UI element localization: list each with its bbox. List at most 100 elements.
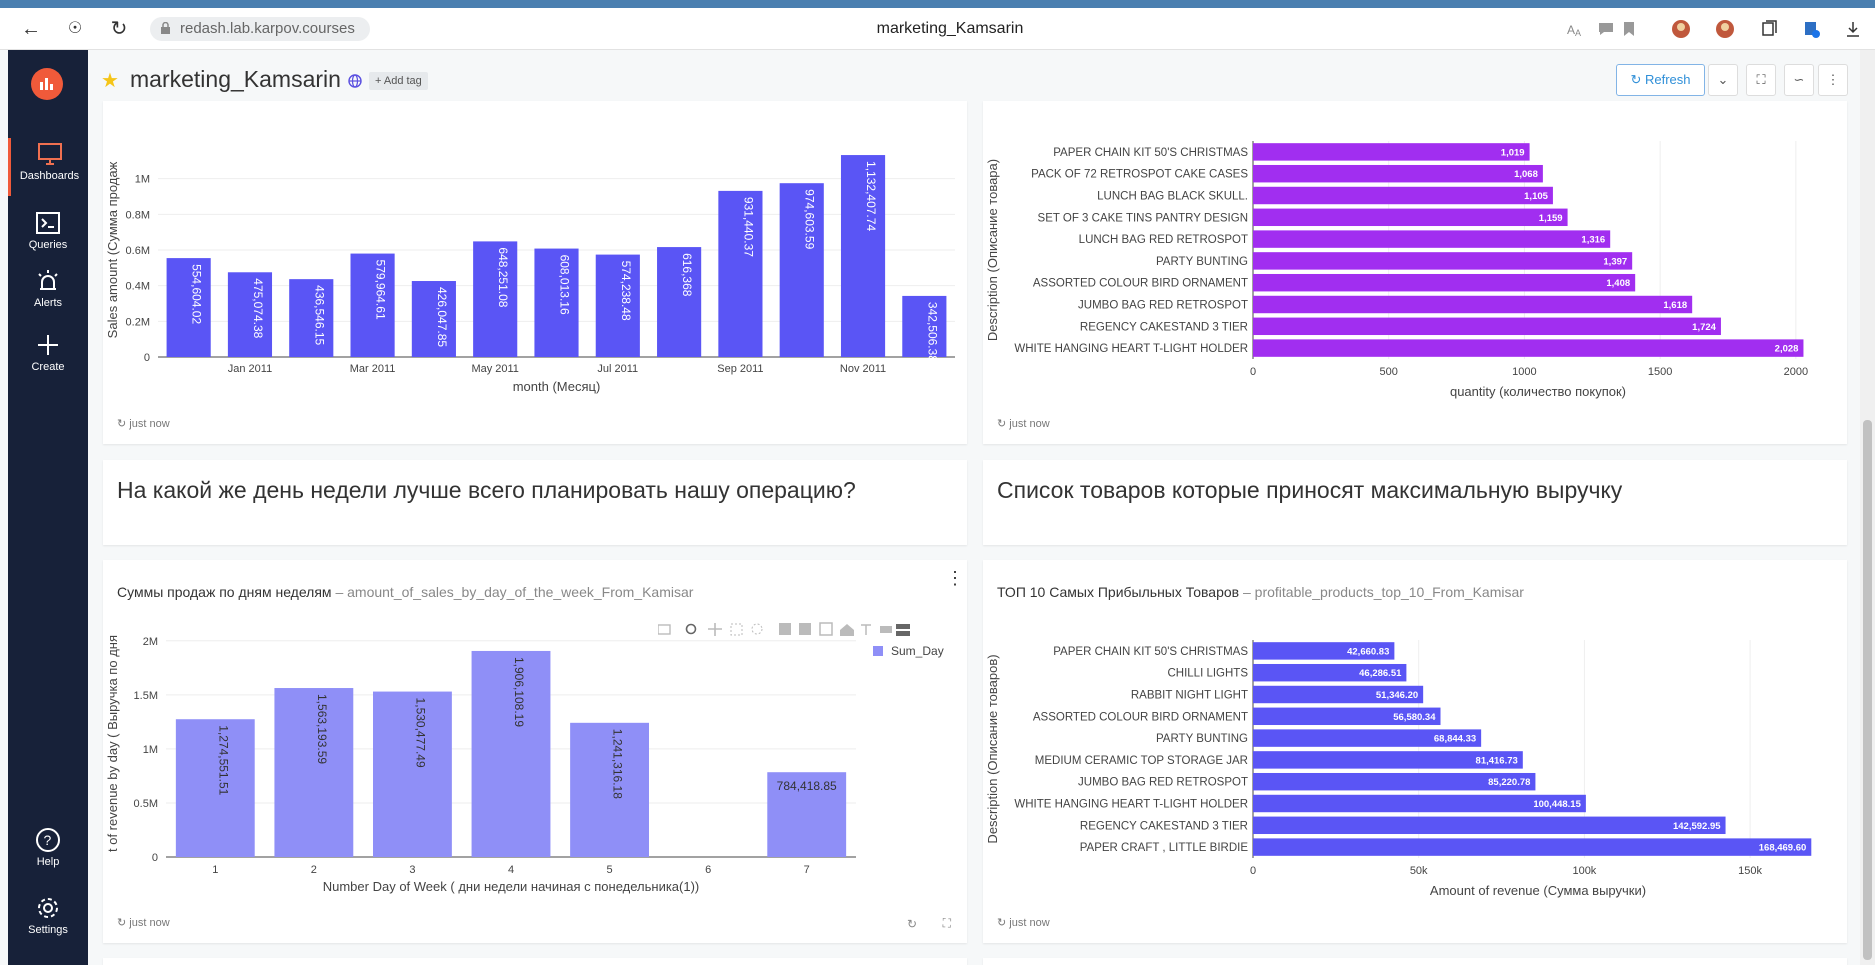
collections-icon[interactable] bbox=[1760, 20, 1778, 38]
widget-title: Суммы продаж по дням неделям – amount_of… bbox=[117, 584, 694, 600]
bar-data-label: 426,047.85 bbox=[435, 287, 449, 347]
top-revenue-chart: 0 50k 100k 150k 42,660.83 PAPER CHAIN KIT 50'… bbox=[985, 640, 1812, 898]
bar-data-label: 1,019 bbox=[1501, 147, 1525, 158]
y-tick-label: MEDIUM CERAMIC TOP STORAGE JAR bbox=[1035, 755, 1248, 767]
y-tick-label: 0 bbox=[152, 852, 158, 864]
sidebar-item-create[interactable]: Create bbox=[8, 332, 88, 373]
y-tick-label: 1M bbox=[143, 744, 158, 756]
terminal-icon bbox=[35, 210, 61, 236]
chart-bar bbox=[1253, 273, 1636, 292]
page-title: marketing_Kamsarin bbox=[130, 66, 341, 92]
chart-bar bbox=[373, 691, 452, 857]
favorite-star-icon[interactable]: ★ bbox=[101, 68, 119, 93]
widget-top-revenue: ТОП 10 Самых Прибыльных Товаров – profit… bbox=[983, 560, 1847, 943]
fullscreen-button[interactable]: ⛶ bbox=[1746, 64, 1776, 96]
widget-title: ТОП 10 Самых Прибыльных Товаров – profit… bbox=[997, 584, 1524, 600]
share-button[interactable]: ∽ bbox=[1784, 64, 1814, 96]
bar-data-label: 1,724 bbox=[1692, 322, 1716, 333]
y-tick-label: PARTY BUNTING bbox=[1156, 733, 1248, 745]
bar-data-label: 1,397 bbox=[1603, 256, 1627, 267]
bar-data-label: 1,068 bbox=[1514, 169, 1538, 180]
refresh-options-chevron-icon[interactable]: ⌄ bbox=[1708, 64, 1738, 96]
bar-data-label: 1,274,551.51 bbox=[216, 725, 230, 795]
bar-data-label: 1,618 bbox=[1663, 300, 1687, 311]
profile-icon[interactable] bbox=[1802, 20, 1820, 38]
sidebar-item-settings[interactable]: Settings bbox=[8, 895, 88, 936]
y-tick-label: REGENCY CAKESTAND 3 TIER bbox=[1080, 820, 1248, 832]
bar-data-label: 554,604.02 bbox=[190, 264, 204, 324]
y-tick-label: LUNCH BAG RED RETROSPOT bbox=[1079, 234, 1248, 246]
x-tick-label: 2000 bbox=[1784, 366, 1808, 378]
extension-icon[interactable] bbox=[1670, 18, 1692, 40]
y-tick-label: 1.5M bbox=[134, 690, 158, 702]
add-tag-button[interactable]: + Add tag bbox=[369, 72, 428, 90]
y-tick-label: 0.2M bbox=[126, 316, 150, 328]
sidebar-item-help[interactable]: ? Help bbox=[8, 827, 88, 868]
redash-logo[interactable] bbox=[31, 68, 63, 100]
x-tick-label: 4 bbox=[508, 864, 514, 876]
query-link[interactable]: amount_of_sales_by_day_of_the_week_From_… bbox=[347, 584, 693, 600]
chart-bar bbox=[1253, 295, 1693, 314]
chart-bar bbox=[1253, 317, 1721, 336]
y-tick-label: PARTY BUNTING bbox=[1156, 256, 1248, 268]
page-scrollbar-thumb[interactable] bbox=[1863, 420, 1872, 960]
y-tick-label: PACK OF 72 RETROSPOT CAKE CASES bbox=[1031, 169, 1248, 181]
sidebar: Dashboards Queries Alerts Create ? Help … bbox=[8, 50, 88, 965]
translate-icon[interactable]: AA bbox=[1566, 20, 1584, 38]
sidebar-item-alerts[interactable]: Alerts bbox=[8, 268, 88, 309]
bar-data-label: 608,013.16 bbox=[558, 255, 572, 315]
y-tick-label: RABBIT NIGHT LIGHT bbox=[1131, 690, 1248, 702]
comment-icon[interactable] bbox=[1597, 20, 1615, 38]
reload-icon[interactable]: ↻ bbox=[106, 16, 132, 42]
bookmark-icon[interactable] bbox=[1620, 20, 1638, 38]
top-quantity-chart: 0 500 1000 1500 2000 1,019 PAPER CHAIN KIT 50'… bbox=[985, 141, 1808, 399]
x-tick-label: 500 bbox=[1380, 366, 1398, 378]
widget-menu-icon[interactable]: ⋮ bbox=[946, 568, 964, 589]
bar-data-label: 1,316 bbox=[1581, 235, 1605, 246]
download-icon[interactable] bbox=[1844, 20, 1862, 38]
y-tick-label: 0.4M bbox=[126, 281, 150, 293]
x-tick-label: 1500 bbox=[1648, 366, 1672, 378]
widget-expand-icon[interactable]: ⛶ bbox=[943, 916, 951, 931]
more-options-button[interactable]: ⋮ bbox=[1818, 64, 1848, 96]
x-tick-label: May 2011 bbox=[471, 363, 519, 375]
refresh-icon: ↻ bbox=[1630, 72, 1645, 87]
url-text: redash.lab.karpov.courses bbox=[180, 20, 355, 37]
monthly-sales-chart: 0 0.2M 0.4M 0.6M 0.8M 1M 554,604.02 475,074.38 4… bbox=[105, 155, 955, 394]
back-arrow-icon[interactable]: ← bbox=[18, 16, 44, 42]
bar-data-label: 784,418.85 bbox=[777, 779, 837, 793]
y-tick-label: WHITE HANGING HEART T-LIGHT HOLDER bbox=[1014, 343, 1248, 355]
sidebar-item-queries[interactable]: Queries bbox=[8, 210, 88, 251]
query-link[interactable]: profitable_products_top_10_From_Kamisar bbox=[1255, 584, 1524, 600]
bar-data-label: 579,964.61 bbox=[374, 260, 388, 320]
text-widget-heading: Список товаров которые приносят максимал… bbox=[997, 477, 1623, 503]
address-bar[interactable]: redash.lab.karpov.courses bbox=[150, 17, 370, 41]
chart-bar bbox=[1253, 230, 1611, 248]
bar-data-label: 475,074.38 bbox=[251, 278, 265, 338]
widget-updated: ↻ just now bbox=[997, 418, 1050, 430]
alarm-icon bbox=[35, 268, 61, 294]
bar-data-label: 1,132,407.74 bbox=[864, 161, 878, 231]
y-axis-title: Sales amount (Сумма продаж bbox=[105, 161, 120, 338]
sidebar-item-dashboards[interactable]: Dashboards bbox=[8, 138, 88, 196]
widget-monthly-sales: 0 0.2M 0.4M 0.6M 0.8M 1M 554,604.02 475,074.38 4… bbox=[103, 101, 967, 444]
y-tick-label: PAPER CRAFT , LITTLE BIRDIE bbox=[1080, 842, 1249, 854]
y-tick-label: LUNCH BAG BLACK SKULL. bbox=[1097, 191, 1248, 203]
widget-top-quantity: 0 500 1000 1500 2000 1,019 PAPER CHAIN KIT 50'… bbox=[983, 101, 1847, 444]
yandex-icon[interactable]: ☉ bbox=[62, 16, 88, 42]
y-tick-label: 0.6M bbox=[126, 245, 150, 257]
widget-updated: ↻ just now bbox=[997, 917, 1050, 929]
bar-data-label: 51,346.20 bbox=[1376, 690, 1418, 701]
x-tick-label: 150k bbox=[1738, 865, 1762, 877]
x-tick-label: 0 bbox=[1250, 366, 1256, 378]
bar-data-label: 1,241,316.18 bbox=[611, 729, 625, 799]
chart-bar bbox=[1253, 164, 1543, 183]
widget-partial bbox=[983, 958, 1847, 965]
bar-data-label: 142,592.95 bbox=[1673, 821, 1721, 832]
gear-icon bbox=[35, 895, 61, 921]
extension-icon[interactable] bbox=[1714, 18, 1736, 40]
refresh-button[interactable]: ↻ Refresh bbox=[1616, 64, 1705, 96]
widget-refresh-icon[interactable]: ↻ bbox=[907, 917, 917, 931]
x-tick-label: Sep 2011 bbox=[717, 363, 763, 375]
chart-bar bbox=[175, 719, 255, 857]
